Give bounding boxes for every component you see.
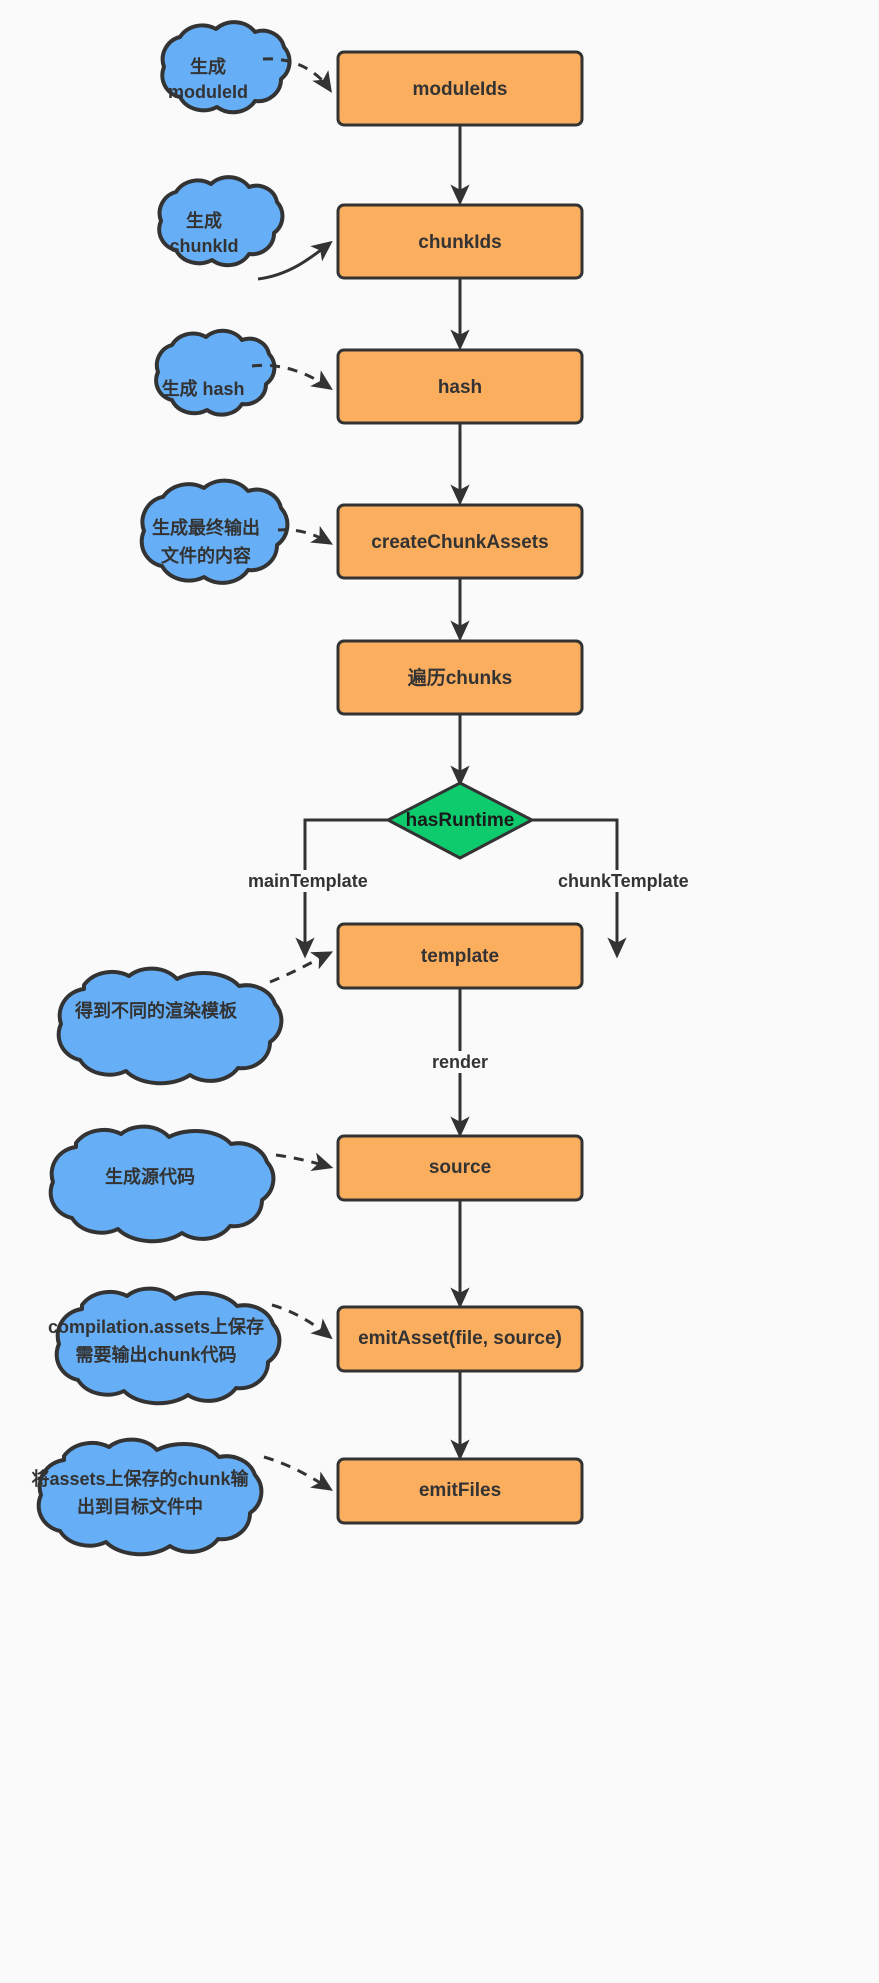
edge-label-mainTemplate-text: mainTemplate (248, 871, 368, 891)
node-template[interactable]: template (336, 922, 584, 990)
note-emitasset[interactable]: compilation.assets上保存 需要输出chunk代码 (48, 1286, 282, 1406)
connector-note-template (269, 951, 334, 984)
node-traverse-chunks-label: 遍历chunks (407, 666, 513, 689)
node-emitAsset[interactable]: emitAsset(file, source) (336, 1305, 584, 1373)
node-hasRuntime-label: hasRuntime (406, 810, 515, 831)
note-hash[interactable]: 生成 hash (154, 328, 277, 417)
node-moduleIds-label: moduleIds (412, 79, 507, 100)
note-output-line-1: 文件的内容 (161, 545, 251, 566)
edge-label-render: render (430, 1051, 494, 1073)
node-hash-label: hash (438, 377, 482, 398)
note-chunkid[interactable]: 生成 chunkId (157, 175, 285, 268)
edge-label-mainTemplate: mainTemplate (246, 870, 368, 892)
node-chunkIds-label: chunkIds (418, 232, 501, 253)
note-emitfiles-line-0: 将assets上保存的chunk输 (31, 1468, 249, 1489)
node-source-label: source (429, 1157, 491, 1178)
note-moduleid-line-0: 生成 (190, 56, 226, 77)
note-hash-line-0: 生成 hash (161, 378, 244, 399)
note-emitfiles[interactable]: 将assets上保存的chunk输 出到目标文件中 (31, 1437, 264, 1557)
note-chunkid-line-0: 生成 (186, 210, 222, 231)
note-output[interactable]: 生成最终输出 文件的内容 (139, 478, 290, 585)
node-hash[interactable]: hash (336, 348, 584, 425)
note-output-line-0: 生成最终输出 (152, 517, 260, 538)
connector-note-emitfiles (263, 1455, 333, 1491)
node-createChunkAssets-label: createChunkAssets (371, 532, 548, 553)
edge-label-chunkTemplate: chunkTemplate (556, 870, 689, 892)
node-template-label: template (421, 946, 499, 967)
note-source[interactable]: 生成源代码 (48, 1124, 276, 1244)
node-emitAsset-label: emitAsset(file, source) (358, 1328, 562, 1349)
note-chunkid-line-1: chunkId (169, 236, 238, 256)
note-moduleid-line-1: moduleId (168, 82, 248, 102)
flowchart-svg: moduleIds chunkIds hash createChunkAsset… (31, 20, 689, 1557)
connector-note-emitasset (271, 1303, 333, 1340)
note-source-line-0: 生成源代码 (105, 1166, 195, 1187)
edge-label-render-text: render (432, 1052, 488, 1072)
node-traverse-chunks[interactable]: 遍历chunks (336, 639, 584, 716)
note-emitfiles-line-1: 出到目标文件中 (77, 1496, 203, 1517)
node-createChunkAssets[interactable]: createChunkAssets (336, 503, 584, 580)
node-source[interactable]: source (336, 1134, 584, 1202)
flowchart-canvas: moduleIds chunkIds hash createChunkAsset… (0, 0, 879, 1983)
node-chunkIds[interactable]: chunkIds (336, 203, 584, 280)
note-template[interactable]: 得到不同的渲染模板 (56, 966, 284, 1086)
node-emitFiles-label: emitFiles (419, 1480, 501, 1501)
node-emitFiles[interactable]: emitFiles (336, 1457, 584, 1525)
node-moduleIds[interactable]: moduleIds (336, 50, 584, 127)
edge-label-chunkTemplate-text: chunkTemplate (558, 871, 689, 891)
note-moduleid[interactable]: 生成 moduleId (160, 20, 292, 115)
note-template-line-0: 得到不同的渲染模板 (74, 1000, 238, 1021)
note-emitasset-line-0: compilation.assets上保存 (48, 1316, 264, 1337)
node-hasRuntime[interactable]: hasRuntime (384, 781, 536, 860)
note-emitasset-line-1: 需要输出chunk代码 (75, 1344, 236, 1365)
connector-note-source (275, 1152, 334, 1172)
